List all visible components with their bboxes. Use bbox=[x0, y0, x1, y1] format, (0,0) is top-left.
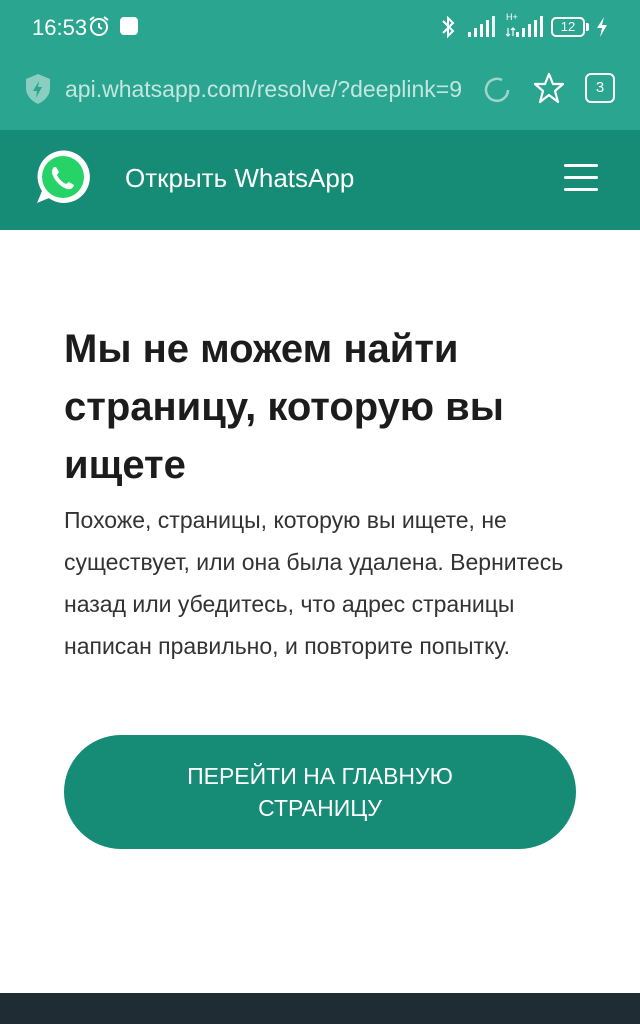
shield-icon[interactable] bbox=[24, 73, 52, 105]
browser-url-bar: api.whatsapp.com/resolve/?deeplink=9 3 bbox=[0, 56, 640, 130]
status-time: 16:53 bbox=[32, 15, 88, 40]
battery-level: 12 bbox=[560, 19, 576, 34]
notification-icon bbox=[120, 17, 138, 35]
reload-icon[interactable] bbox=[480, 73, 514, 107]
star-icon[interactable] bbox=[532, 71, 566, 105]
go-home-button[interactable]: ПЕРЕЙТИ НА ГЛАВНУЮ СТРАНИЦУ bbox=[64, 735, 576, 849]
status-bar: 16:53 H+ 12 bbox=[0, 0, 640, 56]
site-header: Открыть WhatsApp bbox=[0, 130, 640, 230]
tabs-button[interactable]: 3 bbox=[585, 73, 615, 103]
hamburger-menu-icon[interactable] bbox=[564, 162, 600, 194]
signal-icon bbox=[506, 16, 543, 37]
error-description: Похоже, страницы, которую вы ищете, не с… bbox=[64, 507, 564, 659]
alarm-icon bbox=[89, 16, 109, 36]
header-title[interactable]: Открыть WhatsApp bbox=[125, 163, 354, 194]
whatsapp-logo-icon[interactable] bbox=[34, 148, 92, 206]
page-title: Мы не можем найти страницу, которую вы и… bbox=[64, 327, 504, 487]
battery-nub bbox=[586, 23, 589, 31]
charging-icon bbox=[597, 17, 607, 37]
page-footer bbox=[0, 993, 640, 1024]
signal-icon bbox=[468, 16, 495, 37]
bluetooth-icon bbox=[442, 15, 455, 39]
url-field[interactable]: api.whatsapp.com/resolve/?deeplink=9 bbox=[65, 76, 461, 106]
